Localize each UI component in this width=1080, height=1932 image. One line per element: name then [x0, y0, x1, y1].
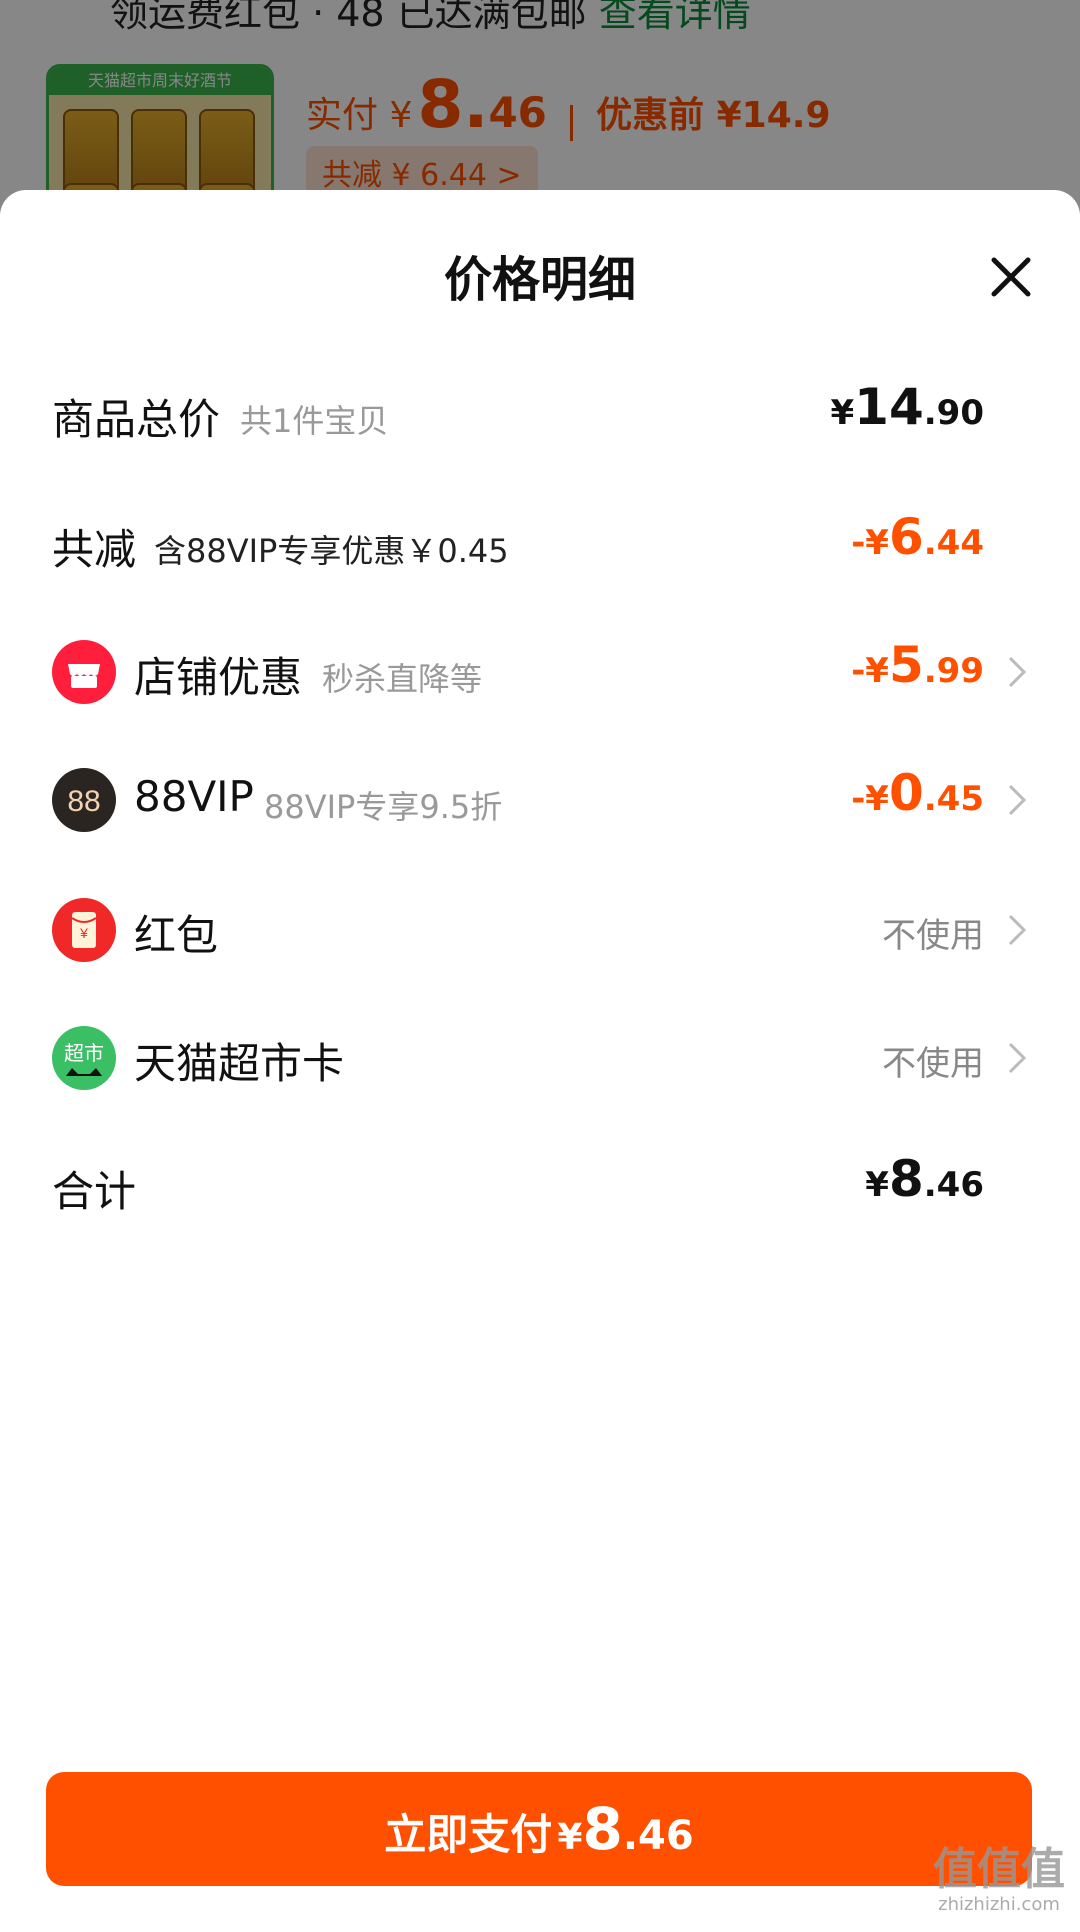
row-value: -¥0.45: [851, 764, 984, 822]
pay-now-button[interactable]: 立即支付 ¥8.46: [46, 1772, 1032, 1886]
row-sub: 共1件宝贝: [240, 402, 389, 440]
chevron-right-icon: [1008, 1042, 1027, 1074]
row-sub: 含88VIP专享优惠￥0.45: [154, 532, 509, 570]
row-red-packet[interactable]: ¥ 红包 不使用: [0, 880, 1080, 980]
store-icon: [52, 640, 116, 704]
sheet-title: 价格明细: [443, 252, 636, 308]
chevron-right-icon: [1008, 784, 1027, 816]
svg-text:¥: ¥: [79, 925, 88, 941]
svg-text:超市: 超市: [64, 1041, 104, 1065]
chevron-right-icon: [1008, 914, 1027, 946]
row-label: 商品总价: [52, 395, 221, 444]
row-vip88[interactable]: 88 88VIP 88VIP专享9.5折 -¥0.45: [0, 750, 1080, 850]
row-sub: 秒杀直降等: [322, 660, 483, 698]
row-value: -¥5.99: [851, 636, 984, 694]
row-value: 不使用: [882, 916, 984, 956]
pay-button-label: 立即支付: [384, 1810, 553, 1859]
chevron-right-icon: [1008, 656, 1027, 688]
row-label: 天猫超市卡: [134, 1039, 345, 1088]
row-total-reduce: 共减 含88VIP专享优惠￥0.45 -¥6.44: [0, 494, 1080, 594]
row-label: 88VIP: [134, 772, 254, 821]
row-subtotal: 合计 ¥8.46: [0, 1136, 1080, 1236]
price-detail-sheet: 价格明细 商品总价 共1件宝贝 ¥14.90 共减 含88VIP专享优惠￥0.4…: [0, 190, 1080, 1932]
row-store-discount[interactable]: 店铺优惠 秒杀直降等 -¥5.99: [0, 622, 1080, 722]
row-value: ¥14.90: [830, 378, 985, 436]
watermark: 值值值 zhizhizhi.com: [933, 1844, 1065, 1916]
vip88-icon: 88: [52, 768, 116, 832]
row-label: 共减: [52, 525, 137, 574]
pay-button-currency: ¥: [557, 1817, 583, 1858]
red-packet-icon: ¥: [52, 898, 116, 962]
row-value: 不使用: [882, 1044, 984, 1084]
tmall-supermarket-icon: 超市: [52, 1026, 116, 1090]
row-sub: 88VIP专享9.5折: [264, 788, 503, 826]
row-value: -¥6.44: [851, 508, 984, 566]
pay-button-amount-dec: .46: [622, 1813, 694, 1859]
row-value: ¥8.46: [865, 1150, 984, 1208]
row-label: 红包: [134, 911, 219, 960]
row-total-goods: 商品总价 共1件宝贝 ¥14.90: [0, 364, 1080, 464]
row-label: 合计: [52, 1167, 137, 1216]
row-tmall-card[interactable]: 超市 天猫超市卡 不使用: [0, 1008, 1080, 1108]
close-button[interactable]: [986, 252, 1036, 302]
row-label: 店铺优惠: [134, 653, 303, 702]
close-icon: [991, 257, 1031, 297]
svg-text:88: 88: [67, 785, 100, 818]
pay-button-amount-int: 8: [582, 1795, 623, 1863]
